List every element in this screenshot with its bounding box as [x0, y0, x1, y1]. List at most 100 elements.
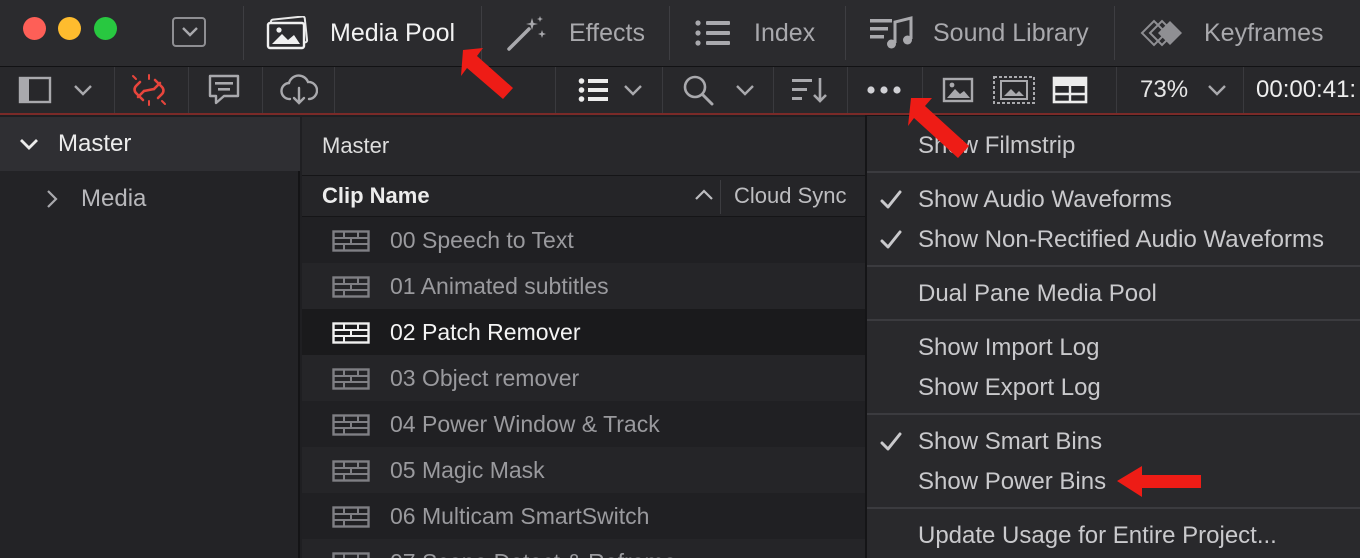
link-toggle-button[interactable] [130, 67, 168, 113]
more-options-button[interactable] [865, 67, 905, 113]
thumbnail-view-button[interactable] [942, 67, 974, 113]
media-pool-toolbar: 73% 00:00:41: [0, 67, 1360, 115]
checkmark-icon [880, 230, 902, 249]
menu-item-label: Show Import Log [918, 334, 1100, 361]
index-list-icon [694, 18, 734, 48]
chevron-down-icon [736, 85, 754, 96]
timeline-clip-icon [332, 368, 370, 390]
menu-item[interactable]: Show Filmstrip [867, 126, 1360, 166]
menu-separator [867, 265, 1360, 267]
tab-sound-library[interactable]: Sound Library [869, 0, 1089, 66]
timeline-clip-icon [332, 506, 370, 528]
divider [1114, 6, 1115, 60]
clip-row[interactable]: 03 Object remover [302, 355, 865, 401]
tab-label: Media Pool [330, 18, 456, 47]
metadata-view-button[interactable] [1052, 67, 1088, 113]
column-divider[interactable] [720, 180, 721, 214]
sort-ascending-icon[interactable] [694, 188, 714, 202]
divider [262, 67, 263, 113]
menu-separator [867, 171, 1360, 173]
divider [555, 67, 556, 113]
tab-label: Keyframes [1204, 18, 1324, 47]
menu-item-label: Show Filmstrip [918, 132, 1076, 159]
chevron-down-icon[interactable] [18, 136, 40, 152]
workspace-dropdown-button[interactable] [172, 17, 206, 47]
zoom-dropdown-button[interactable] [1206, 67, 1228, 113]
zoom-level: 73% [1140, 76, 1189, 103]
divider [188, 67, 189, 113]
chevron-down-icon [624, 85, 642, 96]
menu-item[interactable]: Show Power Bins [867, 462, 1360, 502]
list-view-button[interactable] [578, 67, 610, 113]
close-window-button[interactable] [23, 17, 46, 40]
tab-keyframes[interactable]: Keyframes [1138, 0, 1323, 66]
filmstrip-view-button[interactable] [993, 67, 1035, 113]
keyframes-icon [1138, 18, 1184, 48]
clip-row[interactable]: 00 Speech to Text [302, 217, 865, 263]
menu-item[interactable]: Show Export Log [867, 368, 1360, 408]
clip-name: 07 Scene Detect & Reframe [390, 549, 676, 558]
chevron-down-icon [182, 27, 198, 37]
menu-item[interactable]: Update Usage for Entire Project... [867, 516, 1360, 556]
divider [114, 67, 115, 113]
tab-effects[interactable]: Effects [505, 0, 645, 66]
clip-name: 01 Animated subtitles [390, 272, 609, 299]
column-header-cloud-sync[interactable]: Cloud Sync [734, 176, 847, 216]
search-button[interactable] [682, 67, 716, 113]
clip-row[interactable]: 05 Magic Mask [302, 447, 865, 493]
menu-item[interactable]: Show Non-Rectified Audio Waveforms [867, 220, 1360, 260]
effects-wand-icon [505, 15, 549, 51]
timeline-clip-icon [332, 552, 370, 558]
timeline-clip-icon [332, 276, 370, 298]
more-dots-icon [867, 86, 901, 94]
sidebar-panel-icon [18, 76, 52, 104]
menu-item[interactable]: Show Smart Bins [867, 422, 1360, 462]
chevron-right-icon[interactable] [45, 189, 59, 209]
tab-index[interactable]: Index [694, 0, 815, 66]
menu-item-label: Dual Pane Media Pool [918, 280, 1157, 307]
sound-library-icon [869, 16, 913, 50]
unlink-chain-icon [132, 74, 166, 106]
tab-label: Effects [569, 18, 645, 47]
clip-rows: 00 Speech to Text 01 Animated subtitles 02… [302, 217, 865, 558]
divider [669, 6, 670, 60]
menu-item-label: Show Audio Waveforms [918, 186, 1172, 213]
menu-separator [867, 507, 1360, 509]
divider [847, 67, 848, 113]
divider [334, 67, 335, 113]
clip-row[interactable]: 01 Animated subtitles [302, 263, 865, 309]
menu-item-label: Show Smart Bins [918, 428, 1103, 455]
search-options-dropdown[interactable] [734, 67, 756, 113]
clip-name: 00 Speech to Text [390, 226, 574, 253]
subtitles-button[interactable] [206, 67, 242, 113]
clip-name: 06 Multicam SmartSwitch [390, 502, 650, 529]
checkmark-icon [880, 432, 902, 451]
menu-item[interactable]: Show Audio Waveforms [867, 180, 1360, 220]
filmstrip-icon [993, 76, 1035, 104]
divider [662, 67, 663, 113]
bin-item-media[interactable]: Media [0, 177, 146, 221]
clip-row[interactable]: 06 Multicam SmartSwitch [302, 493, 865, 539]
clip-name: 05 Magic Mask [390, 456, 545, 483]
layout-toggle-button[interactable] [18, 67, 52, 113]
minimize-window-button[interactable] [58, 17, 81, 40]
chevron-down-icon [1208, 85, 1226, 96]
clip-name: 04 Power Window & Track [390, 410, 660, 437]
clip-row[interactable]: 02 Patch Remover [302, 309, 865, 355]
menu-item[interactable]: Dual Pane Media Pool [867, 274, 1360, 314]
menu-item[interactable]: Show Import Log [867, 328, 1360, 368]
clip-row[interactable]: 04 Power Window & Track [302, 401, 865, 447]
divider [481, 6, 482, 60]
sort-button[interactable] [791, 67, 829, 113]
tab-media-pool[interactable]: Media Pool [266, 0, 455, 66]
column-header-clip-name[interactable]: Clip Name [322, 176, 430, 216]
clip-name: 02 Patch Remover [390, 318, 581, 345]
view-dropdown-button[interactable] [622, 67, 644, 113]
cloud-sync-button[interactable] [280, 67, 318, 113]
zoom-window-button[interactable] [94, 17, 117, 40]
bin-item-master[interactable]: Master [0, 117, 300, 171]
layout-dropdown-button[interactable] [72, 67, 94, 113]
clip-row[interactable]: 07 Scene Detect & Reframe [302, 539, 865, 558]
divider [1116, 67, 1117, 113]
timeline-clip-icon [332, 322, 370, 344]
